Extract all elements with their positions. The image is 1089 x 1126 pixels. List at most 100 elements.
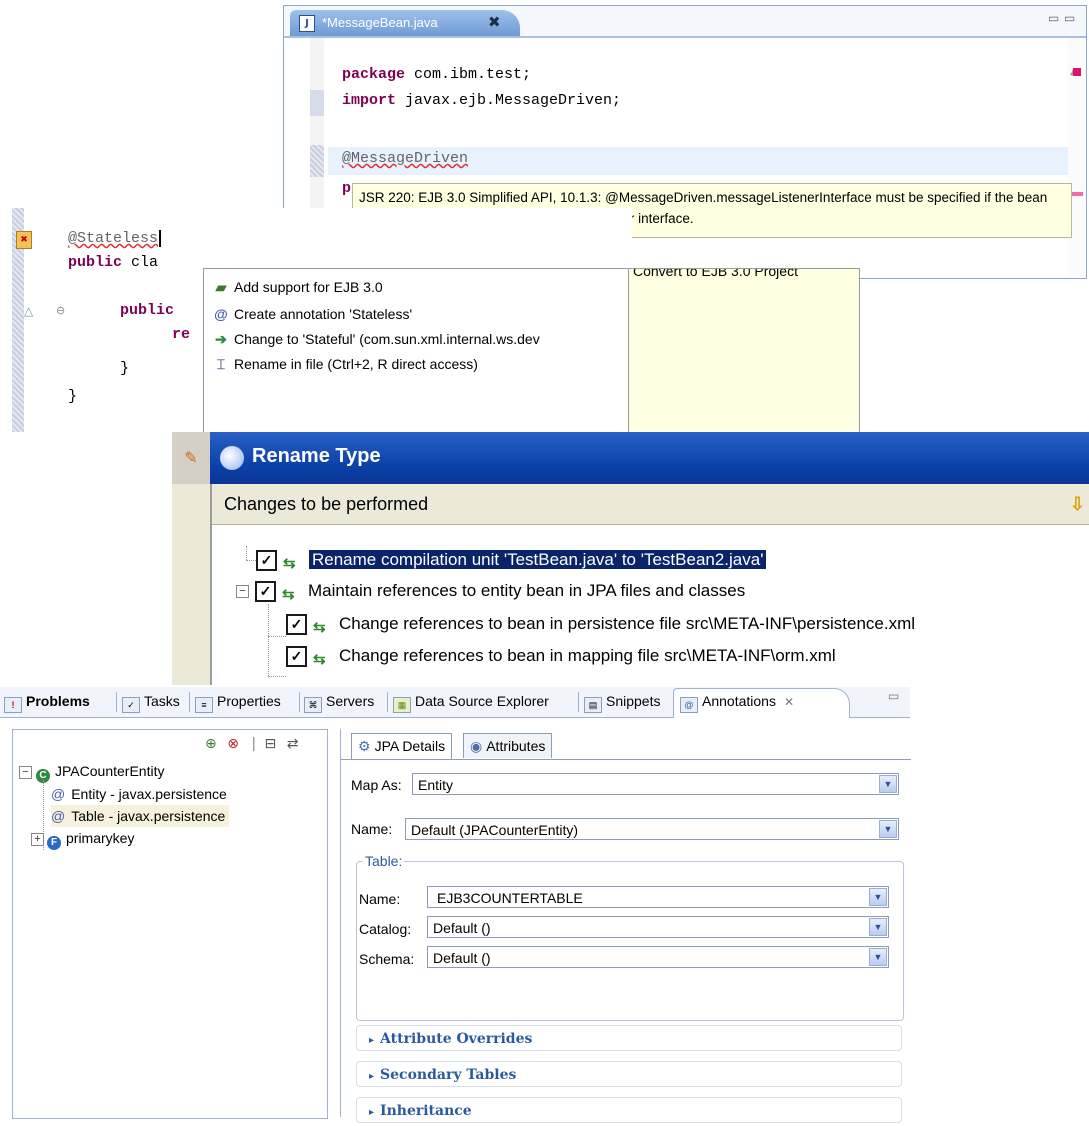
- code-line[interactable]: public cla: [68, 254, 158, 271]
- close-icon[interactable]: ✕: [784, 695, 794, 709]
- collapse-icon[interactable]: −: [19, 765, 32, 779]
- remove-annotation-icon[interactable]: ⊗: [227, 736, 239, 752]
- section-inheritance[interactable]: ▸ Inheritance: [356, 1097, 902, 1123]
- tab-tasks[interactable]: ✓ Tasks: [122, 693, 180, 713]
- expand-icon[interactable]: +: [31, 832, 44, 846]
- warning-marker[interactable]: [1071, 192, 1083, 196]
- jpa-details-pane: ⚙ JPA Details ◉ Attributes Map As: Entity ▼…: [340, 729, 911, 1123]
- properties-icon: ≡: [195, 697, 213, 713]
- change-row[interactable]: ✓ ⇆ Change references to bean in mapping f…: [286, 644, 836, 668]
- chevron-right-icon: ▸: [369, 1107, 375, 1118]
- change-icon: ⇆: [283, 554, 296, 572]
- chevron-right-icon: ▸: [369, 1035, 375, 1046]
- gutter-marker: [310, 90, 324, 116]
- change-row[interactable]: ✓ ⇆ Change references to bean in persisten…: [286, 612, 915, 636]
- tab-attributes[interactable]: ◉ Attributes: [463, 733, 553, 758]
- quick-fix-item[interactable]: @ Create annotation 'Stateless': [212, 302, 412, 326]
- maximize-icon[interactable]: ▭: [1064, 11, 1075, 25]
- tab-snippets[interactable]: ▤ Snippets: [584, 693, 660, 713]
- code-line[interactable]: re: [172, 326, 190, 343]
- problems-icon: !: [4, 697, 22, 713]
- catalog-label: Catalog:: [359, 921, 412, 937]
- schema-select[interactable]: Default () ▼: [427, 946, 889, 968]
- checkbox[interactable]: ✓: [256, 550, 277, 572]
- field-icon: F: [47, 836, 61, 850]
- code-line[interactable]: }: [120, 360, 129, 377]
- table-group: Table:: [356, 853, 904, 1021]
- view-tab-bar: ! Problems ✓ Tasks ≡ Properties ⌘ Servers ▦ D…: [0, 687, 910, 718]
- editor-tab-messagebean[interactable]: J *MessageBean.java ✖: [290, 10, 520, 36]
- chevron-down-icon[interactable]: ▼: [879, 775, 897, 793]
- minimize-icon[interactable]: ▭: [1048, 11, 1059, 25]
- rename-type-dialog: ✎ Rename Type Changes to be performed ⇩ …: [172, 432, 1089, 685]
- map-as-select[interactable]: Entity ▼: [412, 773, 899, 795]
- collapse-icon[interactable]: −: [236, 585, 249, 599]
- changes-header: Changes to be performed ⇩: [212, 484, 1089, 525]
- code-line[interactable]: }: [68, 388, 77, 405]
- tree-item[interactable]: @ Table - javax.persistence: [51, 805, 230, 827]
- refactor-icon: ✎: [172, 432, 210, 484]
- tab-servers[interactable]: ⌘ Servers: [304, 693, 374, 713]
- quick-fix-item[interactable]: ⌶ Rename in file (Ctrl+2, R direct access…: [212, 352, 478, 376]
- collapse-all-icon[interactable]: ⊟: [265, 736, 277, 752]
- quick-fix-item[interactable]: ▰ Add support for EJB 3.0: [212, 275, 383, 299]
- table-name-label: Name:: [359, 891, 401, 907]
- checkbox[interactable]: ✓: [286, 646, 307, 668]
- chevron-down-icon[interactable]: ▼: [869, 918, 887, 936]
- table-group-label: Table:: [363, 853, 405, 869]
- annotation-icon: @: [51, 808, 66, 824]
- annotation-icon: @: [214, 306, 228, 322]
- minimize-icon[interactable]: ▭: [888, 689, 899, 703]
- collapse-icon[interactable]: ⊖: [56, 304, 65, 317]
- code-line[interactable]: package com.ibm.test;: [342, 66, 531, 83]
- name-select[interactable]: Default (JPACounterEntity) ▼: [405, 818, 899, 840]
- java-file-icon: J: [299, 15, 315, 32]
- close-icon[interactable]: ✖: [488, 13, 501, 31]
- eclipse-icon: [220, 446, 244, 470]
- code-line[interactable]: public: [120, 302, 174, 319]
- tab-data-source-explorer[interactable]: ▦ Data Source Explorer: [393, 693, 549, 713]
- servers-icon: ⌘: [304, 697, 322, 713]
- dialog-title-bar[interactable]: Rename Type: [210, 432, 1089, 484]
- overview-ruler[interactable]: ▲: [1068, 38, 1086, 278]
- code-line[interactable]: @MessageDriven: [342, 150, 468, 167]
- workbench-views: ! Problems ✓ Tasks ≡ Properties ⌘ Servers ▦ D…: [0, 687, 911, 1123]
- tree-item[interactable]: + Fprimarykey: [31, 827, 134, 850]
- change-row[interactable]: ✓ ⇆ Rename compilation unit 'TestBean.java…: [256, 548, 767, 572]
- link-icon[interactable]: ⇄: [287, 736, 299, 752]
- tree-root[interactable]: − C JPACounterEntity: [19, 760, 164, 783]
- gutter-marker: [310, 145, 324, 177]
- change-icon: ➔: [215, 331, 227, 347]
- change-icon: ⇆: [313, 650, 326, 668]
- tab-properties[interactable]: ≡ Properties: [195, 693, 281, 713]
- editor-tab-title: *MessageBean.java: [322, 15, 438, 30]
- chevron-down-icon[interactable]: ▼: [879, 820, 897, 838]
- code-line[interactable]: import javax.ejb.MessageDriven;: [342, 92, 621, 109]
- code-line[interactable]: @Stateless: [68, 230, 162, 247]
- checkbox[interactable]: ✓: [286, 614, 307, 636]
- tab-jpa-details[interactable]: ⚙ JPA Details: [351, 733, 453, 759]
- database-icon: ▦: [393, 697, 411, 713]
- checkbox[interactable]: ✓: [255, 581, 276, 603]
- code-line[interactable]: p: [342, 180, 351, 197]
- snippets-icon: ▤: [584, 697, 602, 713]
- quick-fix-item[interactable]: ➔ Change to 'Stateful' (com.sun.xml.inter…: [212, 327, 540, 351]
- section-secondary-tables[interactable]: ▸ Secondary Tables: [356, 1061, 902, 1087]
- attributes-icon: ◉: [470, 738, 483, 754]
- error-lightbulb-icon[interactable]: ✖: [16, 231, 32, 249]
- annotations-icon: @: [680, 697, 698, 713]
- tasks-icon: ✓: [122, 697, 140, 713]
- error-marker[interactable]: [1073, 68, 1081, 76]
- tab-problems[interactable]: ! Problems: [4, 693, 90, 713]
- change-row[interactable]: − ✓ ⇆ Maintain references to entity bean in…: [236, 579, 745, 603]
- dialog-title: Rename Type: [252, 445, 381, 467]
- chevron-down-icon[interactable]: ▼: [869, 948, 887, 966]
- tree-item[interactable]: @ Entity - javax.persistence: [51, 783, 227, 805]
- chevron-down-icon[interactable]: ▼: [869, 888, 887, 906]
- tab-annotations[interactable]: @ Annotations ✕: [680, 693, 794, 713]
- table-name-select[interactable]: EJB3COUNTERTABLE ▼: [427, 886, 889, 908]
- add-annotation-icon[interactable]: ⊕: [205, 736, 217, 752]
- next-change-icon[interactable]: ⇩: [1070, 484, 1085, 524]
- catalog-select[interactable]: Default () ▼: [427, 916, 889, 938]
- section-attribute-overrides[interactable]: ▸ Attribute Overrides: [356, 1025, 902, 1051]
